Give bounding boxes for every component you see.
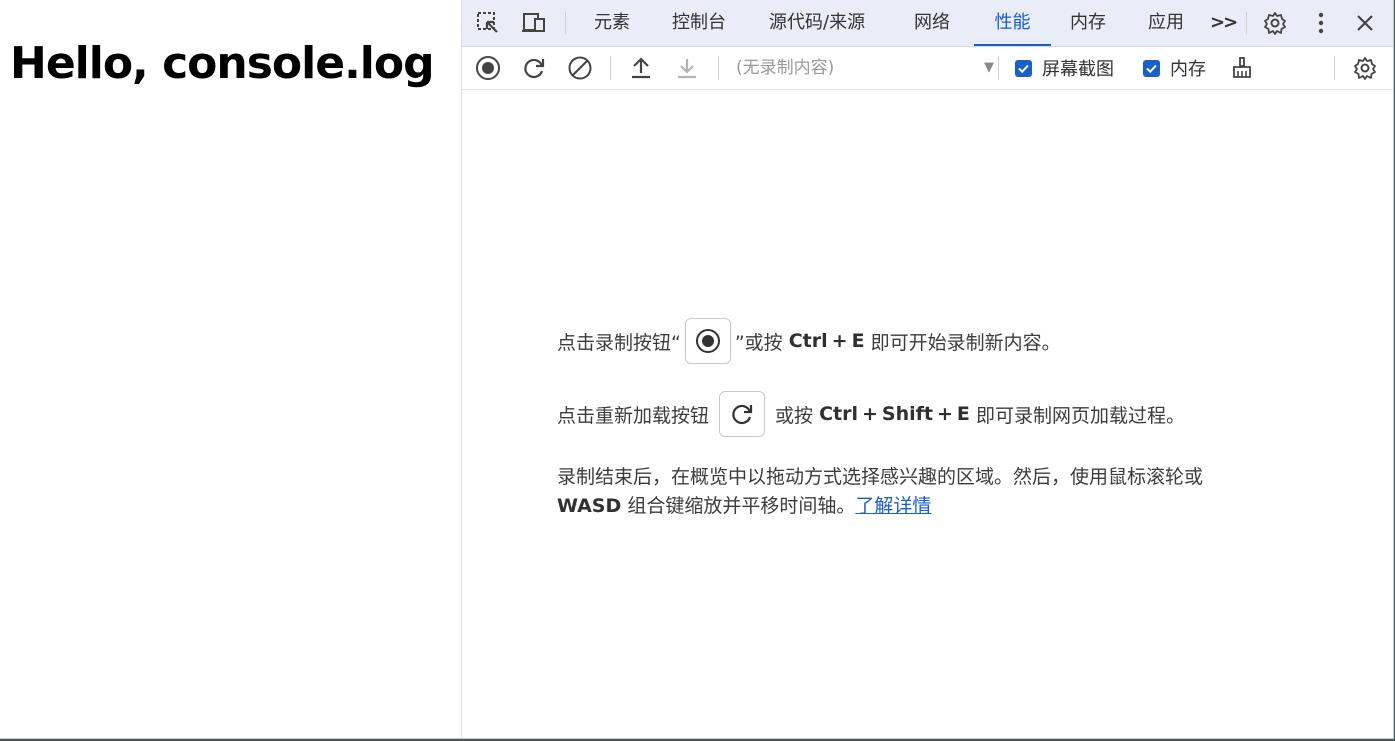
settings-gear-icon[interactable] [1262,10,1288,36]
inline-record-button[interactable] [684,318,731,364]
garbage-collect-broom-icon[interactable] [1228,54,1256,82]
toolbar-separator [998,56,999,80]
memory-checkbox[interactable]: 内存 [1143,57,1206,80]
toolbar-separator [718,56,719,80]
inline-reload-button[interactable] [719,391,766,437]
record-text-end: 即可开始录制新内容。 [870,331,1061,354]
more-tabs-button[interactable]: >> [1210,0,1238,46]
shortcut-plus: + [862,403,878,425]
toolbar-separator [610,56,611,80]
tab-elements[interactable]: 元素 [594,0,630,46]
device-toolbar-icon[interactable] [521,10,547,36]
recording-select-value: (无录制内容) [736,58,835,78]
toolbar-separator [1334,56,1335,80]
tab-memory[interactable]: 内存 [1070,0,1106,46]
reload-text-prefix: 点击重新加载按钮 [557,404,710,427]
devtools-panel: 元素 控制台 源代码/来源 网络 性能 内存 应用 >> (无录制内容) ▼ 屏… [461,0,1393,738]
checkbox-checked-icon [1143,59,1160,77]
upload-profile-icon[interactable] [627,54,655,82]
recording-select[interactable]: (无录制内容) ▼ [736,54,994,82]
inspect-element-icon[interactable] [475,10,501,36]
screenshots-label: 屏幕截图 [1042,59,1114,80]
usage-hint-paragraph: 录制结束后，在概览中以拖动方式选择感兴趣的区域。然后，使用鼠标滚轮或 WASD … [557,463,1317,521]
capture-settings-gear-icon[interactable] [1351,54,1379,82]
shortcut-key: E [851,330,865,352]
record-text-suffix: ”或按 [734,331,783,354]
record-icon[interactable] [474,54,502,82]
learn-more-link[interactable]: 了解详情 [855,495,931,517]
shortcut-key: Ctrl [819,403,858,425]
performance-landing: 点击录制按钮“ ”或按 Ctrl + E 即可开始录制新内容。 点击重新加载按钮… [557,318,1317,521]
shortcut-key: Ctrl [788,330,828,352]
page-heading: Hello, console.log [10,38,435,89]
reload-text-suffix: 或按 [775,404,814,427]
shortcut-plus: + [831,330,848,352]
reload-instructions: 点击重新加载按钮 或按 Ctrl + Shift + E 即可录制网页加载过程。 [557,391,1317,437]
usage-hint-text: 录制结束后，在概览中以拖动方式选择感兴趣的区域。然后，使用鼠标滚轮或 [557,466,1204,488]
tab-network[interactable]: 网络 [914,0,950,46]
record-instructions: 点击录制按钮“ ”或按 Ctrl + E 即可开始录制新内容。 [557,318,1317,364]
shortcut-key: Shift [881,403,933,425]
tab-separator [1246,12,1247,34]
record-text-prefix: 点击录制按钮“ [557,331,681,354]
tab-sources[interactable]: 源代码/来源 [769,0,865,46]
memory-label: 内存 [1170,59,1206,80]
tab-console[interactable]: 控制台 [672,0,726,46]
more-options-icon[interactable] [1308,10,1334,36]
clear-icon[interactable] [566,54,594,82]
performance-toolbar: (无录制内容) ▼ 屏幕截图 内存 [462,47,1393,90]
reload-text-end: 即可录制网页加载过程。 [975,404,1185,427]
tab-application[interactable]: 应用 [1148,0,1184,46]
shortcut-plus: + [937,403,953,425]
shortcut-key: WASD [557,495,622,517]
close-icon[interactable] [1352,10,1378,36]
tab-separator [565,12,566,34]
dropdown-caret-icon: ▼ [984,60,994,75]
screenshots-checkbox[interactable]: 屏幕截图 [1015,57,1114,80]
download-profile-icon[interactable] [673,54,701,82]
devtools-tabbar: 元素 控制台 源代码/来源 网络 性能 内存 应用 >> [462,0,1393,47]
checkbox-checked-icon [1015,59,1032,77]
reload-record-icon[interactable] [520,54,548,82]
shortcut-key: E [956,403,970,425]
tab-performance[interactable]: 性能 [974,0,1051,46]
usage-hint-text-2: 组合键缩放并平移时间轴。 [627,495,856,517]
browser-window: Hello, console.log 元素 控制台 源代码/来源 网络 性能 内… [0,0,1394,739]
